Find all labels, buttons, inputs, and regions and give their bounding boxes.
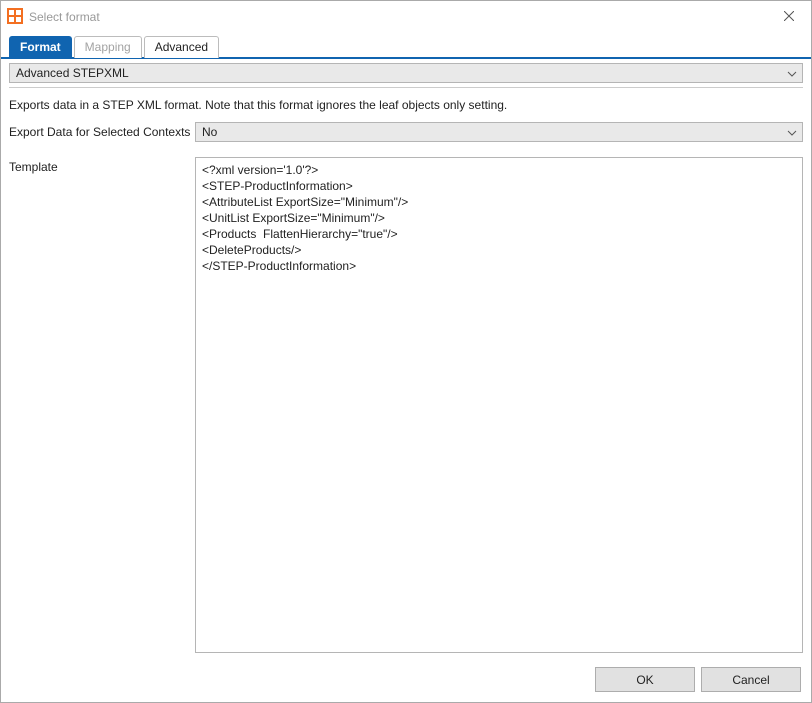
close-icon (784, 11, 794, 21)
tab-advanced[interactable]: Advanced (144, 36, 219, 58)
contexts-dropdown[interactable]: No (195, 122, 803, 142)
chevron-down-icon (784, 125, 800, 139)
format-dropdown[interactable]: Advanced STEPXML (9, 63, 803, 83)
format-dropdown-value: Advanced STEPXML (16, 66, 784, 80)
cancel-button[interactable]: Cancel (701, 667, 801, 692)
close-button[interactable] (766, 1, 811, 31)
titlebar: Select format (1, 1, 811, 31)
content-area: Advanced STEPXML Exports data in a STEP … (1, 59, 811, 657)
chevron-down-icon (784, 66, 800, 80)
app-icon (7, 8, 23, 24)
ok-button[interactable]: OK (595, 667, 695, 692)
tab-bar: Format Mapping Advanced (1, 31, 811, 59)
window-title: Select format (29, 9, 766, 24)
tab-mapping[interactable]: Mapping (74, 36, 142, 58)
tab-format[interactable]: Format (9, 36, 72, 58)
contexts-label: Export Data for Selected Contexts (9, 122, 191, 147)
select-format-dialog: Select format Format Mapping Advanced Ad… (0, 0, 812, 703)
template-textarea[interactable]: <?xml version='1.0'?> <STEP-ProductInfor… (195, 157, 803, 653)
format-description: Exports data in a STEP XML format. Note … (9, 88, 803, 122)
contexts-dropdown-value: No (202, 125, 784, 139)
template-label: Template (9, 157, 191, 658)
form-grid: Export Data for Selected Contexts No Tem… (9, 122, 803, 657)
dialog-footer: OK Cancel (1, 657, 811, 702)
